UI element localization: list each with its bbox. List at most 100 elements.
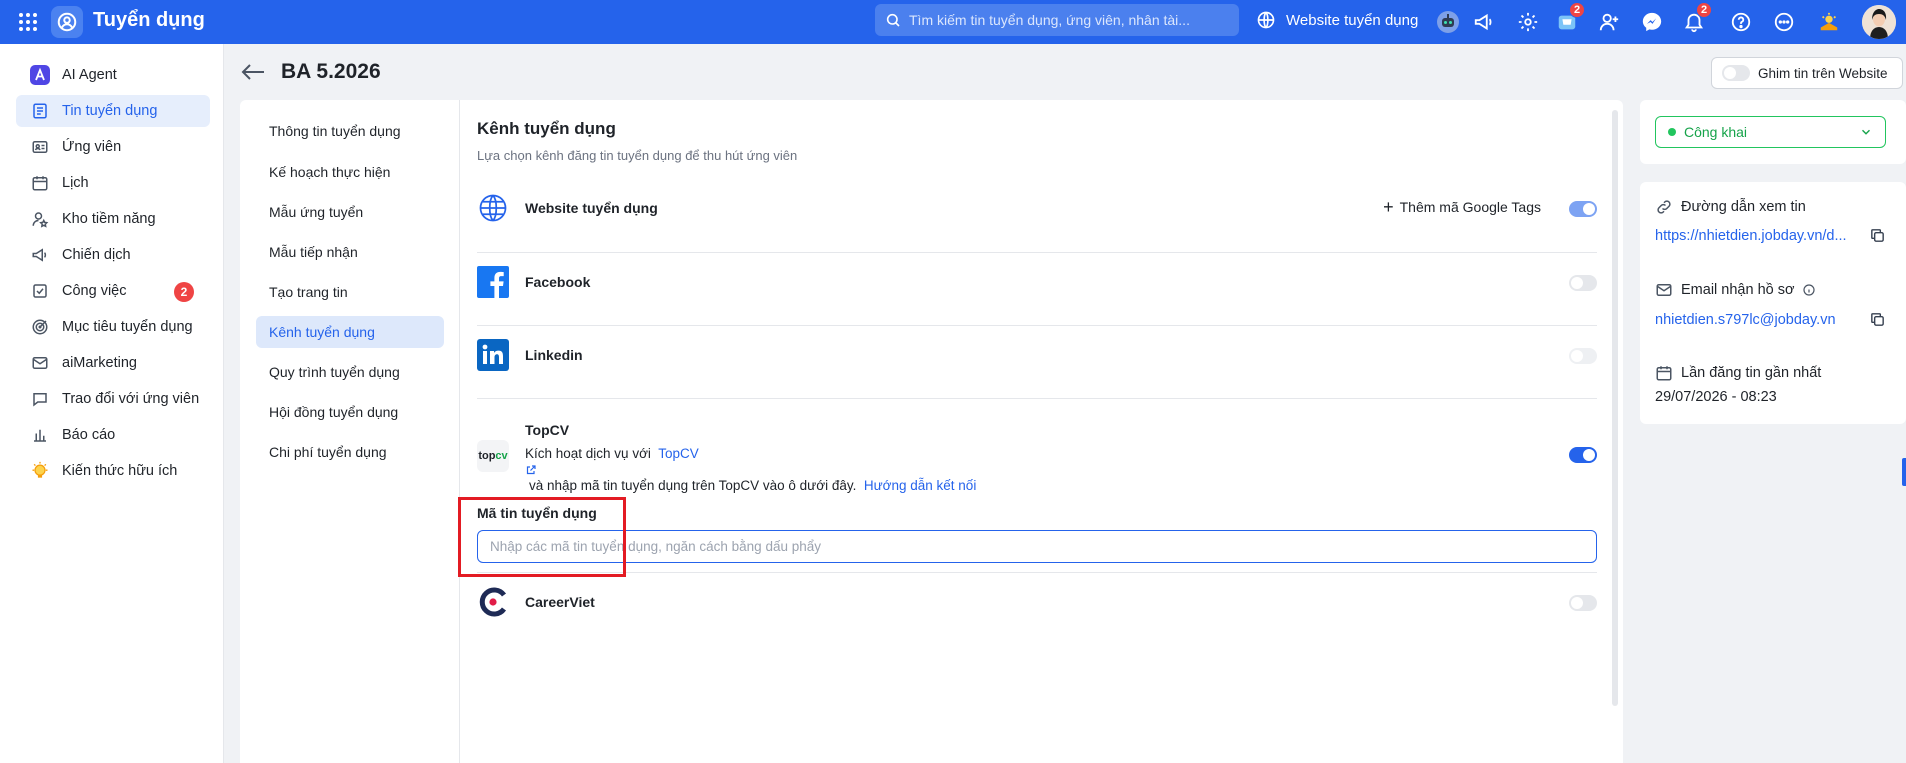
notification-bell-icon[interactable]: 2 [1680,2,1712,36]
sidebar-item-candidate-chat[interactable]: Trao đổi với ứng viên [16,383,210,415]
channel-facebook: Facebook [477,266,1597,298]
subnav-item-committee[interactable]: Hội đồng tuyển dụng [256,396,444,428]
sidebar-item-label: Công việc [62,283,127,299]
pin-label: Ghim tin trên Website [1758,65,1888,81]
sidebar-item-job-postings[interactable]: Tin tuyển dụng [16,95,210,127]
sidebar-item-recruitment-goals[interactable]: Mục tiêu tuyển dụng [16,311,210,343]
calendar-icon [1655,364,1673,382]
facebook-channel-toggle[interactable] [1569,275,1597,291]
pin-switch[interactable] [1722,65,1750,81]
target-icon [30,317,50,337]
topcv-channel-toggle[interactable] [1569,447,1597,463]
more-options-icon[interactable] [1770,8,1798,36]
website-link[interactable]: Website tuyển dụng [1256,10,1418,30]
sidebar-item-aimarketing[interactable]: aiMarketing [16,347,210,379]
view-link[interactable]: https://nhietdien.jobday.vn/d... [1655,228,1847,244]
user-star-icon [30,209,50,229]
sidebar-item-campaigns[interactable]: Chiến dịch [16,239,210,271]
sidebar-item-label: Tin tuyển dụng [62,103,158,119]
section-title: Kênh tuyển dụng [477,119,616,138]
ideas-icon[interactable] [1815,8,1843,36]
subnav-item-costs[interactable]: Chi phí tuyển dụng [256,436,444,468]
global-search[interactable] [875,4,1239,36]
globe-icon [477,192,509,224]
job-code-input[interactable] [477,530,1597,563]
website-channel-toggle[interactable] [1569,201,1597,217]
mail-icon [30,353,50,373]
careerviet-logo-icon [477,586,509,618]
email-value[interactable]: nhietdien.s797lc@jobday.vn [1655,312,1836,328]
search-icon [885,12,901,28]
copy-link-icon[interactable] [1869,227,1887,245]
copy-email-icon[interactable] [1869,311,1887,329]
google-tags-label: Thêm mã Google Tags [1399,199,1541,215]
tasks-count-badge: 2 [174,282,194,302]
subnav-item-create-page[interactable]: Tạo trang tin [256,276,444,308]
subnav-item-intake-form[interactable]: Mẫu tiếp nhận [256,236,444,268]
calendar-icon [30,173,50,193]
status-dropdown[interactable]: Công khai [1655,116,1886,148]
sidebar-item-label: Lịch [62,175,89,191]
channels-section: Kênh tuyển dụng Lựa chọn kênh đăng tin t… [461,100,1607,763]
linkedin-channel-toggle[interactable] [1569,348,1597,364]
email-row: Email nhận hồ sơ [1655,281,1815,299]
sidebar-item-reports[interactable]: Báo cáo [16,419,210,451]
topcv-description: Kích hoạt dịch vụ với TopCV và nhập mã t… [525,446,977,493]
bot-avatar-icon[interactable] [1434,8,1462,36]
add-google-tags-button[interactable]: + Thêm mã Google Tags [1383,198,1541,216]
checkbox-icon [30,281,50,301]
status-card: Công khai [1640,100,1906,164]
side-drawer-handle[interactable] [1902,458,1906,486]
sidebar-item-ai-agent[interactable]: AI Agent [16,59,210,91]
search-input[interactable] [909,12,1229,28]
email-label: Email nhận hồ sơ [1681,282,1795,298]
subnav-item-job-info[interactable]: Thông tin tuyển dụng [256,115,444,147]
globe-icon [1256,10,1276,30]
topcv-link[interactable]: TopCV [658,446,699,461]
subnav-item-process[interactable]: Quy trình tuyển dụng [256,356,444,388]
settings-gear-icon[interactable] [1514,8,1542,36]
cart-icon[interactable]: 2 [1553,2,1585,36]
linkedin-logo-icon [477,339,509,371]
sidebar-item-label: Chiến dịch [62,247,131,263]
connection-guide-link[interactable]: Hướng dẫn kết nối [864,478,976,493]
sidebar-item-label: Báo cáo [62,427,116,443]
megaphone-icon[interactable] [1470,8,1498,36]
pin-on-website-toggle[interactable]: Ghim tin trên Website [1711,57,1903,89]
sidebar-item-talent-pool[interactable]: Kho tiềm năng [16,203,210,235]
sidebar-item-candidates[interactable]: Ứng viên [16,131,210,163]
external-link-icon[interactable] [525,464,537,476]
sidebar-item-label: Kiến thức hữu ích [62,463,178,479]
sidebar-item-tasks[interactable]: Công việc 2 [16,275,210,307]
sidebar-item-label: Mục tiêu tuyển dụng [62,319,193,335]
app-logo-icon[interactable] [51,6,83,38]
subnav-item-plan[interactable]: Kế hoạch thực hiện [256,156,444,188]
view-link-label: Đường dẫn xem tin [1681,199,1806,215]
app-grid-icon[interactable] [16,10,40,34]
main-sidebar: AI Agent Tin tuyển dụng Ứng viên Lịch Kh… [0,44,224,763]
id-card-icon [30,137,50,157]
scrollbar[interactable] [1612,110,1618,706]
sidebar-item-calendar[interactable]: Lịch [16,167,210,199]
user-avatar[interactable] [1862,5,1896,39]
careerviet-channel-toggle[interactable] [1569,595,1597,611]
last-post-row: Lần đăng tin gần nhất [1655,364,1821,382]
subnav-item-channels[interactable]: Kênh tuyển dụng [256,316,444,348]
add-user-icon[interactable] [1595,8,1623,36]
topcv-logo-icon: top cv [477,440,509,472]
view-link-row: Đường dẫn xem tin [1655,198,1806,216]
sidebar-item-label: Ứng viên [62,139,122,155]
help-icon[interactable] [1727,8,1755,36]
sidebar-item-useful-knowledge[interactable]: Kiến thức hữu ích [16,455,210,487]
sidebar-item-label: Kho tiềm năng [62,211,156,227]
link-icon [1655,198,1673,216]
messenger-icon[interactable] [1638,8,1666,36]
app-title: Tuyển dụng [93,9,205,31]
channel-linkedin: Linkedin [477,339,1597,371]
chevron-down-icon [1859,125,1873,139]
info-icon[interactable] [1802,284,1815,296]
back-arrow-icon[interactable] [240,60,266,84]
channel-name: Linkedin [525,347,583,363]
section-subtitle: Lựa chọn kênh đăng tin tuyển dụng để thu… [477,148,798,163]
subnav-item-application-form[interactable]: Mẫu ứng tuyển [256,196,444,228]
